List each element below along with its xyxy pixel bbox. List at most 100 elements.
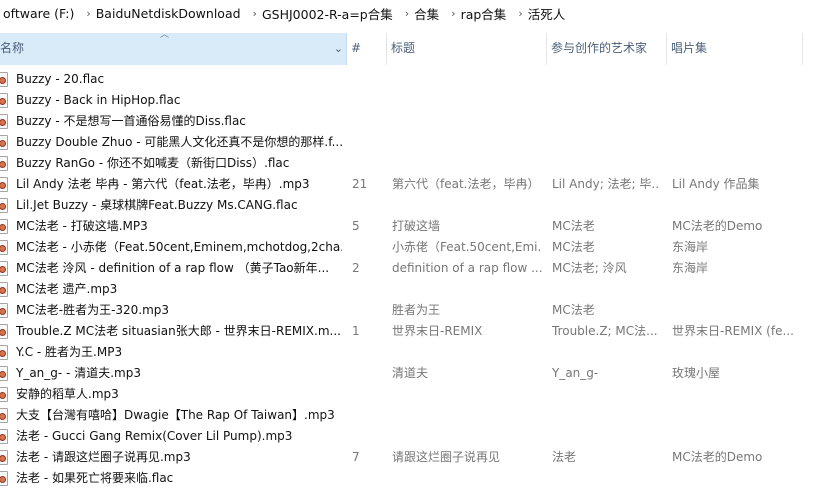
breadcrumb-folder-rap[interactable]: rap合集	[451, 4, 517, 23]
audio-file-icon	[0, 471, 8, 486]
track-number	[352, 195, 382, 216]
file-row[interactable]: Lil Andy 法老 毕冉 - 第六代（feat.法老，毕冉）.mp3 21 …	[0, 174, 821, 195]
track-album	[672, 195, 812, 216]
column-header-album[interactable]: 唱片集	[667, 33, 803, 65]
track-number	[352, 342, 382, 363]
track-artists: Y_an_g-	[552, 366, 599, 380]
breadcrumb-folder-collection[interactable]: 合集	[404, 4, 449, 23]
track-number	[352, 363, 382, 384]
column-header-number-label: #	[351, 41, 362, 55]
column-header-title-label: 标题	[391, 41, 416, 55]
file-row[interactable]: Buzzy RanGo - 你还不如喊麦（新街口Diss）.flac	[0, 153, 821, 174]
file-name: Lil.Jet Buzzy - 桌球棋牌Feat.Buzzy Ms.CANG.f…	[16, 198, 298, 212]
audio-file-icon	[0, 324, 8, 339]
track-artists	[552, 342, 660, 363]
track-album	[672, 111, 812, 132]
track-title: 胜者为王	[392, 303, 441, 317]
breadcrumb-folder-gshj[interactable]: GSHJ0002-R-a=p合集	[252, 4, 403, 23]
file-row[interactable]: Buzzy - Back in HipHop.flac	[0, 90, 821, 111]
track-artists	[552, 405, 660, 426]
file-row[interactable]: 法老 - Gucci Gang Remix(Cover Lil Pump).mp…	[0, 426, 821, 447]
track-album	[672, 132, 812, 153]
track-number	[352, 279, 382, 300]
track-title	[392, 195, 542, 216]
track-album	[672, 69, 812, 90]
track-album: 东海岸	[672, 261, 709, 275]
track-title	[392, 342, 542, 363]
track-title	[392, 111, 542, 132]
track-title: definition of a rap flow ...	[392, 261, 542, 275]
track-artists: Trouble.Z; MC法...	[552, 324, 658, 338]
file-row[interactable]: MC法老 - 小赤佬（Feat.50cent,Eminem,mchotdog,2…	[0, 237, 821, 258]
track-artists	[552, 153, 660, 174]
track-artists: MC法老; 泠风	[552, 261, 627, 275]
track-artists	[552, 195, 660, 216]
file-row[interactable]: 大支【台灣有嘻哈】Dwagie【The Rap Of Taiwan】.mp3	[0, 405, 821, 426]
file-row[interactable]: Buzzy - 20.flac	[0, 69, 821, 90]
column-header-title[interactable]: 标题	[387, 33, 547, 65]
track-number	[352, 69, 382, 90]
track-album: MC法老的Demo	[672, 450, 763, 464]
track-artists	[552, 279, 660, 300]
address-breadcrumb: oftware (F:) › BaiduNetdiskDownload › GS…	[0, 0, 821, 26]
track-artists	[552, 132, 660, 153]
audio-file-icon	[0, 303, 8, 318]
file-row[interactable]: MC法老 遗产.mp3	[0, 279, 821, 300]
column-header-artists[interactable]: 参与创作的艺术家	[547, 33, 667, 65]
track-number: 21	[352, 177, 368, 191]
track-album	[672, 384, 812, 405]
track-artists	[552, 69, 660, 90]
breadcrumb-folder-current[interactable]: 活死人	[518, 4, 576, 23]
track-artists	[552, 90, 660, 111]
track-number: 7	[352, 450, 360, 464]
track-artists	[552, 384, 660, 405]
file-row[interactable]: Buzzy Double Zhuo - 可能黑人文化还真不是你想的那样.f...	[0, 132, 821, 153]
breadcrumb-drive[interactable]: oftware (F:)	[0, 6, 84, 21]
file-row[interactable]: Buzzy - 不是想写一首通俗易懂的Diss.flac	[0, 111, 821, 132]
column-header-name-label: 名称	[0, 41, 25, 55]
track-album: 东海岸	[672, 240, 709, 254]
column-header-name[interactable]: ︿ 名称 ⌄	[0, 31, 347, 65]
file-row[interactable]: MC法老 泠风 - definition of a rap flow （黄子Ta…	[0, 258, 821, 279]
audio-file-icon	[0, 450, 8, 465]
audio-file-icon	[0, 345, 8, 360]
column-header-number[interactable]: #	[347, 33, 387, 65]
track-artists: MC法老	[552, 240, 595, 254]
file-row[interactable]: MC法老 - 打破这墙.MP3 5 打破这墙 MC法老 MC法老的Demo	[0, 216, 821, 237]
breadcrumb-folder-baidu[interactable]: BaiduNetdiskDownload	[86, 6, 251, 21]
file-name: Y_an_g- - 清道夫.mp3	[16, 366, 141, 380]
file-name: Buzzy - 20.flac	[16, 72, 105, 86]
track-number	[352, 153, 382, 174]
audio-file-icon	[0, 198, 8, 213]
file-name: MC法老 - 打破这墙.MP3	[16, 219, 148, 233]
audio-file-icon	[0, 114, 8, 129]
file-row[interactable]: Y.C - 胜者为王.MP3	[0, 342, 821, 363]
track-title: 请跟这烂圈子说再见	[392, 450, 501, 464]
file-name: 法老 - Gucci Gang Remix(Cover Lil Pump).mp…	[16, 429, 293, 443]
track-number: 2	[352, 261, 360, 275]
track-title	[392, 426, 542, 447]
column-header-artists-label: 参与创作的艺术家	[551, 41, 648, 55]
track-title	[392, 153, 542, 174]
file-name: MC法老 - 小赤佬（Feat.50cent,Eminem,mchotdog,2…	[16, 240, 342, 254]
file-row[interactable]: Lil.Jet Buzzy - 桌球棋牌Feat.Buzzy Ms.CANG.f…	[0, 195, 821, 216]
track-album	[672, 153, 812, 174]
audio-file-icon	[0, 72, 8, 87]
file-name: Buzzy - 不是想写一首通俗易懂的Diss.flac	[16, 114, 246, 128]
file-row[interactable]: 法老 - 请跟这烂圈子说再见.mp3 7 请跟这烂圈子说再见 法老 MC法老的D…	[0, 447, 821, 468]
file-row[interactable]: Y_an_g- - 清道夫.mp3 清道夫 Y_an_g- 玫瑰小屋	[0, 363, 821, 384]
file-name: MC法老 泠风 - definition of a rap flow （黄子Ta…	[16, 261, 330, 275]
audio-file-icon	[0, 156, 8, 171]
column-header-bar: ︿ 名称 ⌄ # 标题 参与创作的艺术家 唱片集	[0, 31, 821, 65]
track-number	[352, 384, 382, 405]
audio-file-icon	[0, 387, 8, 402]
track-artists: MC法老	[552, 303, 595, 317]
track-album	[672, 426, 812, 447]
track-title	[392, 384, 542, 405]
track-number	[352, 132, 382, 153]
track-artists: MC法老	[552, 219, 595, 233]
file-row[interactable]: 安静的稻草人.mp3	[0, 384, 821, 405]
file-row[interactable]: MC法老-胜者为王-320.mp3 胜者为王 MC法老	[0, 300, 821, 321]
file-row[interactable]: Trouble.Z MC法老 situasian张大郎 - 世界末日-REMIX…	[0, 321, 821, 342]
chevron-down-icon[interactable]: ⌄	[334, 34, 343, 64]
